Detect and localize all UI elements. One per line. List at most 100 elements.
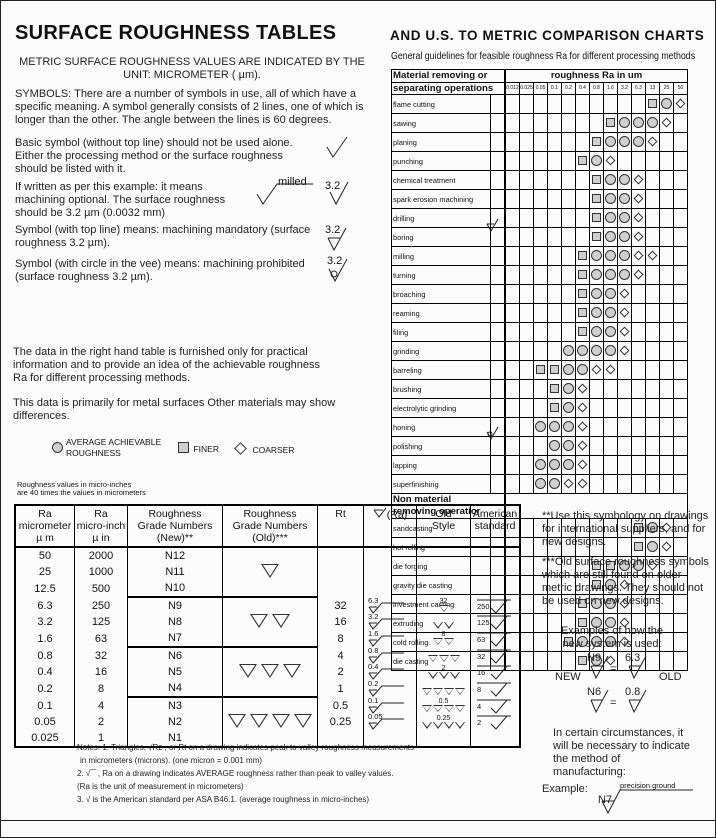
roughness-cell bbox=[673, 379, 688, 400]
circle-marker bbox=[549, 440, 560, 452]
roughness-cell bbox=[631, 132, 646, 153]
process-row: drilling bbox=[391, 208, 688, 229]
roughness-cell bbox=[504, 455, 520, 476]
roughness-cell bbox=[673, 208, 688, 229]
roughness-cell bbox=[645, 170, 660, 191]
roughness-cell bbox=[673, 170, 688, 191]
american-check-icon bbox=[477, 649, 511, 664]
turning-symbol-icon bbox=[486, 218, 499, 232]
circle-marker bbox=[591, 269, 602, 281]
american-check-icon bbox=[477, 632, 511, 647]
roughness-cell bbox=[603, 341, 618, 362]
roughness-cell bbox=[561, 303, 576, 324]
column-header: 25 bbox=[659, 81, 674, 96]
roughness-cell bbox=[504, 132, 520, 153]
small-triangle-icon bbox=[444, 621, 454, 629]
metal-paragraph: This data is primarily for metal surface… bbox=[13, 397, 336, 422]
small-triangle-icon bbox=[444, 638, 454, 645]
conversion-row: 6.3 250 N9 32 6.3 32 250 bbox=[15, 596, 520, 647]
roughness-cell bbox=[547, 322, 562, 343]
roughness-cell bbox=[575, 246, 590, 267]
roughness-cell bbox=[603, 208, 618, 229]
small-triangle-icon bbox=[438, 655, 449, 662]
roughness-cell bbox=[631, 170, 646, 191]
roughness-cell bbox=[603, 170, 618, 191]
roughness-cell bbox=[519, 303, 534, 324]
roughness-cell bbox=[533, 227, 548, 248]
circle-marker bbox=[605, 212, 616, 224]
column-header: 0.4 bbox=[575, 81, 590, 96]
roughness-cell bbox=[589, 208, 604, 229]
roughness-cell bbox=[617, 436, 632, 457]
circle-marker bbox=[563, 440, 574, 452]
header-roughness: roughness Ra in um bbox=[504, 69, 688, 83]
diamond-marker bbox=[577, 441, 588, 451]
square-marker bbox=[578, 308, 587, 318]
ra-um-cell: 3.2 bbox=[15, 614, 75, 630]
roughness-cell bbox=[504, 151, 520, 172]
square-marker bbox=[578, 156, 587, 166]
header-grade-new-3: (New)** bbox=[156, 532, 194, 544]
circle-marker bbox=[563, 402, 574, 414]
roughness-cell bbox=[659, 246, 674, 267]
header-ra-um: Ra micrometer µ m bbox=[15, 505, 75, 548]
rt-cell: 4 bbox=[317, 647, 364, 664]
header-american: American standard bbox=[470, 505, 520, 548]
process-name: electrolytic grinding bbox=[391, 398, 491, 419]
process-row: electrolytic grinding bbox=[391, 398, 688, 419]
process-row: milling bbox=[391, 246, 688, 267]
circle-marker bbox=[633, 136, 644, 148]
small-triangle-icon bbox=[449, 655, 460, 662]
roughness-cell bbox=[519, 265, 534, 286]
roughness-cell bbox=[617, 455, 632, 476]
triangle-icon bbox=[261, 563, 279, 578]
roughness-cell bbox=[504, 227, 520, 248]
roughness-cell bbox=[533, 284, 548, 305]
intro-line-1: METRIC SURFACE ROUGHNESS VALUES ARE INDI… bbox=[19, 56, 365, 68]
symbol-cell bbox=[490, 94, 506, 115]
old-style-cell: 0.5 bbox=[416, 697, 471, 714]
circle-marker bbox=[619, 193, 630, 205]
american-cell: 4 bbox=[471, 697, 521, 714]
roughness-cell bbox=[519, 632, 534, 653]
roughness-cell bbox=[617, 208, 632, 229]
roughness-cell bbox=[617, 379, 632, 400]
circle-marker bbox=[591, 326, 602, 338]
diamond-marker bbox=[605, 365, 616, 375]
circle-marker bbox=[619, 117, 630, 129]
ra-uin-cell: 1000 bbox=[74, 564, 128, 580]
square-marker bbox=[578, 656, 587, 666]
old-style-value bbox=[417, 648, 470, 655]
diamond-marker bbox=[577, 403, 588, 413]
roughness-cell bbox=[645, 113, 660, 134]
roughness-cell bbox=[575, 360, 590, 381]
roughness-cell bbox=[659, 170, 674, 191]
ra-uin-cell: 16 bbox=[74, 664, 128, 680]
roughness-cell bbox=[504, 341, 520, 362]
roughness-cell bbox=[519, 575, 534, 596]
roughness-cell bbox=[504, 398, 520, 419]
rt-cell: 8 bbox=[317, 630, 364, 647]
ra-uin-cell: 4 bbox=[74, 697, 128, 714]
roughness-cell bbox=[504, 170, 520, 191]
header-ra-uin: Ra micro-inch µ in bbox=[74, 505, 128, 548]
roughness-cell bbox=[603, 132, 618, 153]
circle-marker bbox=[605, 307, 616, 319]
triangle-icon bbox=[272, 613, 290, 628]
roughness-cell bbox=[645, 455, 660, 476]
legend-finer: FINER bbox=[178, 439, 219, 457]
circle-marker bbox=[577, 345, 588, 357]
roughness-cell bbox=[561, 455, 576, 476]
small-triangle-icon bbox=[455, 705, 465, 712]
roughness-cell bbox=[504, 246, 520, 267]
circle-marker bbox=[577, 364, 588, 376]
american-cell: 125 bbox=[471, 614, 521, 630]
roughness-cell bbox=[547, 379, 562, 400]
process-name: grinding bbox=[391, 341, 491, 362]
process-name: punching bbox=[391, 151, 491, 172]
note-new-symbology: **Use this symbology on drawings for int… bbox=[542, 510, 709, 548]
process-row: broaching bbox=[391, 284, 688, 305]
diamond-marker bbox=[619, 289, 630, 299]
process-row: brushing bbox=[391, 379, 688, 400]
old-style-value: 0.5 bbox=[438, 698, 449, 705]
